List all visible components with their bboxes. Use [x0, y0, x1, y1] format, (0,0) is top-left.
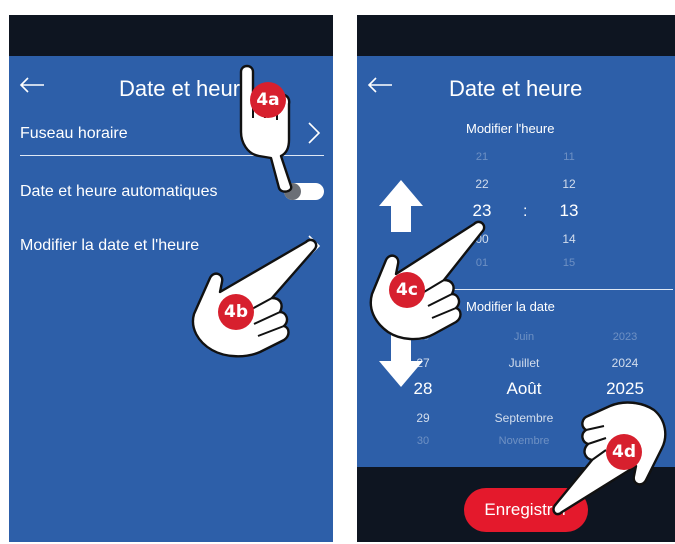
hour-option[interactable]: 21 — [476, 151, 488, 163]
hour-selected[interactable]: 23 — [473, 201, 492, 221]
minute-option[interactable]: 15 — [563, 257, 575, 269]
step-badge: 4b — [218, 294, 254, 330]
scroll-down-arrow-icon — [379, 335, 423, 387]
minute-option[interactable]: 14 — [562, 232, 575, 246]
back-arrow-icon[interactable] — [367, 76, 393, 94]
divider — [20, 155, 324, 156]
step-badge: 4c — [389, 272, 425, 308]
status-bar — [357, 15, 675, 56]
month-option[interactable]: Juillet — [509, 356, 540, 370]
date-section-label: Modifier la date — [466, 299, 555, 314]
auto-datetime-toggle[interactable] — [284, 183, 324, 200]
time-separator: : — [523, 203, 528, 220]
year-option[interactable]: 2026 — [612, 411, 639, 425]
month-option[interactable]: Juin — [514, 331, 534, 343]
time-section-label: Modifier l'heure — [466, 121, 555, 136]
minute-option[interactable]: 12 — [562, 177, 575, 191]
hour-option[interactable]: 01 — [476, 257, 488, 269]
status-bar — [9, 15, 333, 56]
chevron-right-icon[interactable] — [307, 121, 321, 145]
month-selected[interactable]: Août — [507, 379, 542, 399]
day-option[interactable]: 30 — [417, 435, 429, 447]
year-option[interactable]: 2024 — [612, 356, 639, 370]
hour-option[interactable]: 22 — [475, 177, 488, 191]
modify-datetime-label[interactable]: Modifier la date et l'heure — [20, 237, 199, 255]
timezone-row-label[interactable]: Fuseau horaire — [20, 125, 128, 143]
page-title: Date et heure — [449, 76, 583, 101]
minute-option[interactable]: 11 — [563, 151, 574, 163]
step-badge: 4a — [250, 82, 286, 118]
year-option[interactable]: 2023 — [613, 331, 637, 343]
save-button[interactable]: Enregistrer — [464, 488, 588, 532]
year-selected[interactable]: 2025 — [606, 379, 644, 399]
month-option[interactable]: Septembre — [495, 411, 554, 425]
page-title: Date et heure — [119, 76, 253, 101]
scroll-up-arrow-icon — [379, 180, 423, 232]
hour-option[interactable]: 00 — [475, 232, 488, 246]
step-badge: 4d — [606, 434, 642, 470]
chevron-right-icon[interactable] — [307, 234, 321, 258]
day-option[interactable]: 29 — [416, 411, 429, 425]
back-arrow-icon[interactable] — [19, 76, 45, 94]
auto-datetime-label: Date et heure automatiques — [20, 183, 218, 200]
month-option[interactable]: Novembre — [499, 435, 550, 447]
toggle-knob — [284, 183, 301, 200]
divider — [447, 289, 673, 290]
minute-selected[interactable]: 13 — [560, 201, 579, 221]
